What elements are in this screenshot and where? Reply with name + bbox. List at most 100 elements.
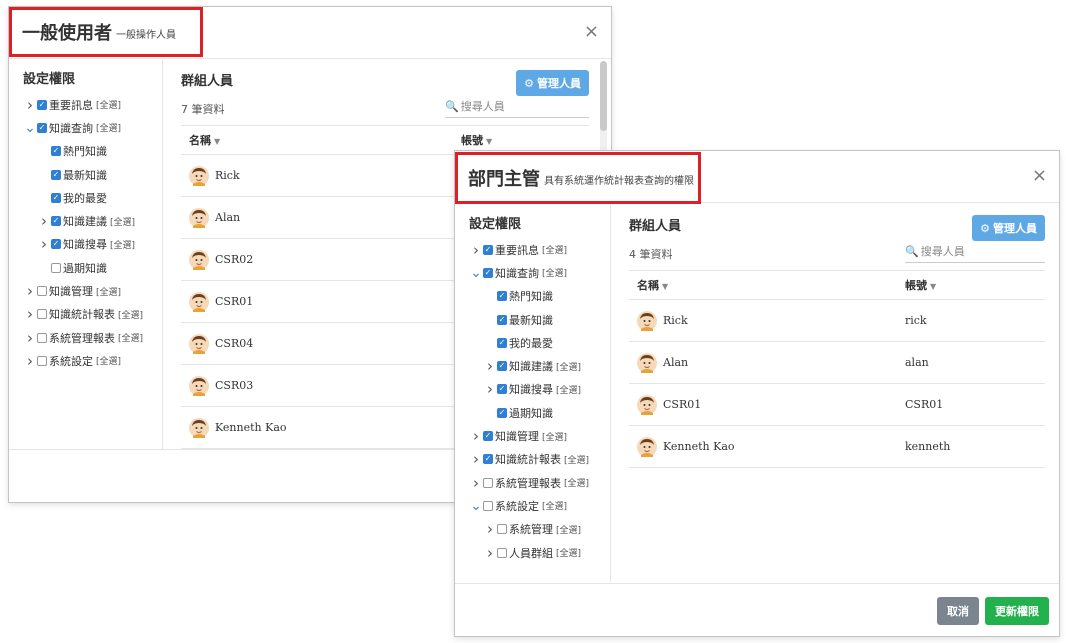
checkbox[interactable]: ✓ xyxy=(51,169,61,180)
checkbox[interactable] xyxy=(497,547,507,558)
table-row[interactable]: Kenneth Kao kenneth xyxy=(629,426,1045,468)
checkbox[interactable]: ✓ xyxy=(51,239,61,250)
chevron-right-icon[interactable]: › xyxy=(23,329,37,347)
checkbox[interactable]: ✓ xyxy=(497,314,507,325)
select-all-link[interactable]: [全選] xyxy=(96,285,121,298)
tree-item[interactable]: ✓ 最新知識 xyxy=(469,308,610,331)
select-all-link[interactable]: [全選] xyxy=(556,360,581,373)
tree-item[interactable]: › ✓ 重要訊息 [全選] xyxy=(469,238,610,261)
select-all-link[interactable]: [全選] xyxy=(556,383,581,396)
checkbox[interactable]: ✓ xyxy=(497,291,507,302)
checkbox[interactable]: ✓ xyxy=(51,146,61,157)
select-all-link[interactable]: [全選] xyxy=(118,308,143,321)
chevron-right-icon[interactable]: › xyxy=(23,282,37,300)
chevron-right-icon[interactable]: › xyxy=(483,357,497,375)
chevron-right-icon[interactable]: › xyxy=(23,352,37,370)
checkbox[interactable] xyxy=(51,262,61,273)
checkbox[interactable] xyxy=(483,477,493,488)
tree-item[interactable]: › ✓ 知識建議 [全選] xyxy=(469,354,610,377)
checkbox[interactable] xyxy=(37,286,47,297)
tree-item[interactable]: ✓ 熱門知識 xyxy=(23,140,162,163)
tree-item[interactable]: › 系統管理報表 [全選] xyxy=(23,326,162,349)
tree-item[interactable]: › ✓ 知識搜尋 [全選] xyxy=(469,378,610,401)
checkbox[interactable]: ✓ xyxy=(483,454,493,465)
checkbox[interactable]: ✓ xyxy=(497,384,507,395)
tree-item[interactable]: › 知識統計報表 [全選] xyxy=(23,303,162,326)
cancel-button[interactable]: 取消 xyxy=(937,597,979,625)
tree-item[interactable]: › ✓ 知識搜尋 [全選] xyxy=(23,233,162,256)
checkbox[interactable] xyxy=(37,332,47,343)
checkbox[interactable] xyxy=(497,524,507,535)
checkbox[interactable] xyxy=(37,355,47,366)
checkbox[interactable]: ✓ xyxy=(483,431,493,442)
tree-item[interactable]: ✓ 過期知識 xyxy=(469,401,610,424)
chevron-down-icon[interactable]: ⌄ xyxy=(469,265,483,281)
close-icon[interactable]: × xyxy=(584,21,599,42)
checkbox[interactable]: ✓ xyxy=(483,244,493,255)
update-permissions-button[interactable]: 更新權限 xyxy=(985,597,1049,625)
checkbox[interactable]: ✓ xyxy=(483,267,493,278)
table-row[interactable]: Rick rick xyxy=(629,300,1045,342)
checkbox[interactable]: ✓ xyxy=(497,337,507,348)
checkbox[interactable]: ✓ xyxy=(51,192,61,203)
tree-item[interactable]: › 系統管理報表 [全選] xyxy=(469,471,610,494)
chevron-right-icon[interactable]: › xyxy=(37,212,51,230)
tree-item[interactable]: ⌄ 系統設定 [全選] xyxy=(469,494,610,517)
select-all-link[interactable]: [全選] xyxy=(110,215,135,228)
tree-item[interactable]: 過期知識 xyxy=(23,256,162,279)
tree-item[interactable]: ✓ 我的最愛 xyxy=(23,186,162,209)
select-all-link[interactable]: [全選] xyxy=(96,121,121,134)
search-input[interactable]: 🔍 搜尋人員 xyxy=(905,243,1045,263)
select-all-link[interactable]: [全選] xyxy=(542,243,567,256)
tree-item[interactable]: › ✓ 知識建議 [全選] xyxy=(23,209,162,232)
tree-item[interactable]: › ✓ 知識統計報表 [全選] xyxy=(469,448,610,471)
select-all-link[interactable]: [全選] xyxy=(556,546,581,559)
manage-members-button[interactable]: ⚙ 管理人員 xyxy=(972,215,1045,241)
checkbox[interactable]: ✓ xyxy=(497,407,507,418)
column-header-account[interactable]: 帳號 ▼ xyxy=(905,277,1045,293)
close-icon[interactable]: × xyxy=(1032,165,1047,186)
tree-item[interactable]: ⌄ ✓ 知識查詢 [全選] xyxy=(23,116,162,139)
select-all-link[interactable]: [全選] xyxy=(556,523,581,536)
scrollbar-thumb[interactable] xyxy=(600,61,607,131)
tree-item[interactable]: › 系統管理 [全選] xyxy=(469,518,610,541)
tree-item[interactable]: › ✓ 重要訊息 [全選] xyxy=(23,93,162,116)
chevron-down-icon[interactable]: ⌄ xyxy=(23,120,37,136)
column-header-name[interactable]: 名稱 ▼ xyxy=(629,277,905,293)
tree-item[interactable]: › 系統設定 [全選] xyxy=(23,349,162,372)
tree-item[interactable]: ✓ 熱門知識 xyxy=(469,285,610,308)
tree-item[interactable]: ⌄ ✓ 知識查詢 [全選] xyxy=(469,261,610,284)
tree-item[interactable]: ✓ 我的最愛 xyxy=(469,331,610,354)
checkbox[interactable] xyxy=(37,309,47,320)
tree-item[interactable]: › 人員群組 [全選] xyxy=(469,541,610,564)
chevron-right-icon[interactable]: › xyxy=(483,520,497,538)
chevron-right-icon[interactable]: › xyxy=(483,544,497,562)
chevron-down-icon[interactable]: ⌄ xyxy=(469,498,483,514)
checkbox[interactable]: ✓ xyxy=(51,216,61,227)
chevron-right-icon[interactable]: › xyxy=(469,427,483,445)
chevron-right-icon[interactable]: › xyxy=(469,474,483,492)
checkbox[interactable]: ✓ xyxy=(37,99,47,110)
table-row[interactable]: CSR01 CSR01 xyxy=(629,384,1045,426)
chevron-right-icon[interactable]: › xyxy=(37,235,51,253)
column-header-name[interactable]: 名稱 ▼ xyxy=(181,132,461,148)
select-all-link[interactable]: [全選] xyxy=(542,499,567,512)
column-header-account[interactable]: 帳號 ▼ xyxy=(461,132,589,148)
checkbox[interactable]: ✓ xyxy=(37,122,47,133)
select-all-link[interactable]: [全選] xyxy=(564,476,589,489)
chevron-right-icon[interactable]: › xyxy=(23,96,37,114)
chevron-right-icon[interactable]: › xyxy=(483,380,497,398)
select-all-link[interactable]: [全選] xyxy=(96,98,121,111)
select-all-link[interactable]: [全選] xyxy=(118,331,143,344)
select-all-link[interactable]: [全選] xyxy=(542,430,567,443)
chevron-right-icon[interactable]: › xyxy=(469,450,483,468)
select-all-link[interactable]: [全選] xyxy=(96,354,121,367)
tree-item[interactable]: › ✓ 知識管理 [全選] xyxy=(469,424,610,447)
checkbox[interactable] xyxy=(483,500,493,511)
tree-item[interactable]: ✓ 最新知識 xyxy=(23,163,162,186)
search-input[interactable]: 🔍 搜尋人員 xyxy=(445,98,589,118)
checkbox[interactable]: ✓ xyxy=(497,361,507,372)
manage-members-button[interactable]: ⚙ 管理人員 xyxy=(516,70,589,96)
select-all-link[interactable]: [全選] xyxy=(542,266,567,279)
select-all-link[interactable]: [全選] xyxy=(564,453,589,466)
